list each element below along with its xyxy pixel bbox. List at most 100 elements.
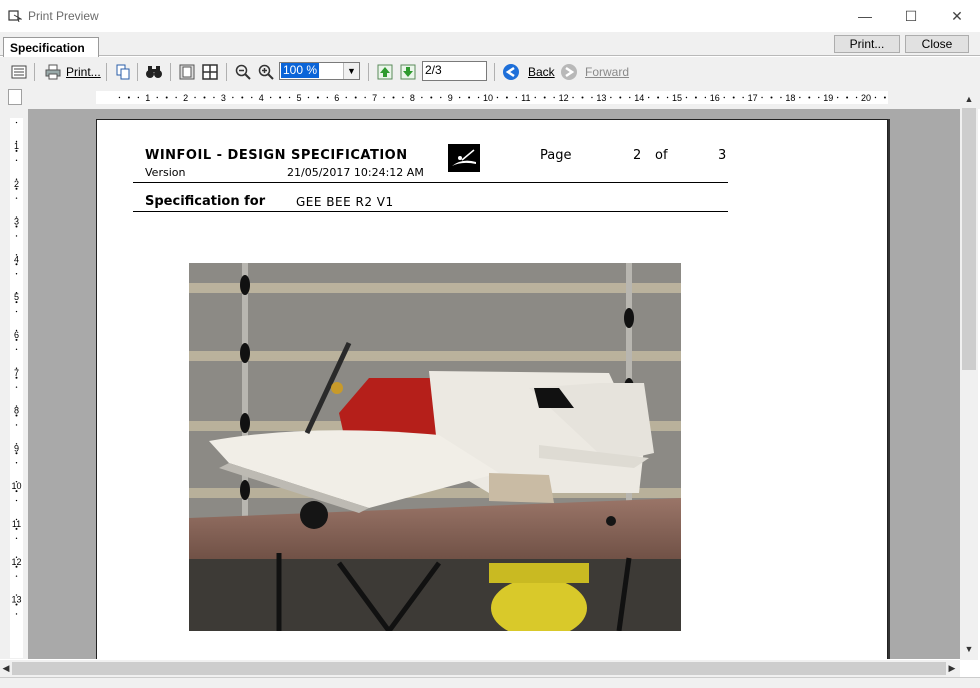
next-page-button[interactable] — [399, 62, 417, 82]
arrow-down-icon — [400, 64, 416, 80]
preview-page: WINFOIL - DESIGN SPECIFICATION Version 2… — [96, 119, 888, 659]
previous-page-button[interactable] — [376, 62, 394, 82]
ruler-tick — [742, 96, 744, 99]
ruler-tick — [213, 96, 215, 99]
ruler-tick — [15, 537, 18, 540]
ruler-tick — [732, 96, 735, 99]
toolbar-print-label: Print... — [66, 65, 101, 79]
scroll-down-icon[interactable]: ▼ — [960, 642, 978, 656]
version-date: 21/05/2017 10:24:12 AM — [287, 166, 424, 179]
chevron-down-icon[interactable]: ▼ — [343, 63, 359, 79]
zoom-in-icon — [258, 64, 274, 80]
ruler-tick — [203, 96, 206, 99]
ruler-tick — [194, 96, 196, 99]
find-button[interactable] — [145, 62, 163, 82]
back-button[interactable]: Back — [502, 62, 555, 82]
ruler-tick — [723, 96, 725, 99]
spec-divider — [133, 211, 728, 212]
vertical-scroll-thumb[interactable] — [962, 108, 976, 370]
page-number-field[interactable]: 2/3 — [422, 61, 487, 81]
ruler-tick — [127, 96, 130, 99]
ruler-label: 4 — [259, 93, 264, 103]
minimize-button[interactable]: — — [842, 0, 888, 32]
horizontal-scroll-thumb[interactable] — [12, 662, 946, 675]
ruler-label: 13 — [11, 595, 21, 605]
ruler-tick — [118, 96, 121, 99]
back-arrow-icon — [503, 64, 519, 80]
ruler-label: 19 — [823, 93, 833, 103]
zoom-value[interactable]: 100 % — [281, 63, 320, 78]
outline-toggle-button[interactable] — [10, 62, 28, 82]
tab-row — [0, 32, 980, 56]
ruler-tick — [316, 96, 319, 99]
ruler-label: 13 — [596, 93, 606, 103]
ruler-tick — [629, 96, 631, 99]
ruler-label: 3 — [14, 217, 19, 227]
toolbar-separator — [494, 63, 495, 81]
scroll-left-icon[interactable]: ◀ — [0, 661, 12, 676]
ruler-tick — [307, 96, 310, 99]
ruler-tick — [799, 96, 801, 99]
maximize-button[interactable]: ☐ — [888, 0, 934, 32]
tab-specification[interactable]: Specification — [3, 37, 99, 57]
close-button[interactable]: Close — [905, 35, 969, 53]
status-bar — [0, 677, 980, 688]
zoom-in-button[interactable] — [257, 62, 275, 82]
ruler-tick — [534, 96, 536, 99]
header-divider — [133, 182, 728, 183]
ruler-label: 3 — [221, 93, 226, 103]
ruler-tick — [241, 96, 244, 99]
spec-for-label: Specification for — [145, 194, 266, 209]
ruler-tick — [421, 96, 423, 99]
ruler-tick — [581, 96, 584, 99]
single-page-icon — [179, 64, 195, 80]
forward-button[interactable]: Forward — [560, 62, 629, 82]
ruler-label: 7 — [14, 368, 19, 378]
ruler-label: 5 — [14, 292, 19, 302]
ruler-tick — [354, 96, 357, 99]
ruler-label: 9 — [448, 93, 453, 103]
ruler-tick — [553, 96, 555, 99]
horizontal-ruler: 1 2 3 4 5 6 7 8 9 10 11 12 13 14 15 16 17 18 19 20 — [96, 91, 888, 104]
spec-name: GEE BEE R2 V1 — [296, 195, 394, 209]
ruler-tick — [15, 499, 18, 502]
ruler-corner[interactable] — [8, 89, 22, 105]
ruler-label: 2 — [183, 93, 188, 103]
ruler-tick — [15, 159, 18, 162]
ruler-tick — [883, 96, 886, 99]
ruler-label: 4 — [14, 254, 19, 264]
multi-page-button[interactable] — [201, 62, 219, 82]
toolbar-print-button[interactable]: Print... — [44, 62, 101, 82]
page-total: 3 — [718, 148, 727, 163]
ruler-label: 8 — [410, 93, 415, 103]
ruler-tick — [269, 96, 272, 99]
page-label: Page — [540, 148, 572, 163]
print-preview-app-icon — [8, 10, 22, 22]
ruler-tick — [685, 96, 688, 99]
copy-icon — [116, 64, 130, 80]
ruler-label: 10 — [11, 481, 21, 491]
scroll-up-icon[interactable]: ▲ — [960, 92, 978, 106]
ruler-tick — [515, 96, 518, 99]
ruler-tick — [572, 96, 574, 99]
ruler-label: 2 — [14, 179, 19, 189]
ruler-tick — [430, 96, 433, 99]
vertical-ruler: 12345678910111213 — [10, 118, 23, 658]
scroll-right-icon[interactable]: ▶ — [946, 661, 958, 676]
ruler-tick — [770, 96, 773, 99]
copy-button[interactable] — [114, 62, 132, 82]
window-close-button[interactable]: ✕ — [934, 0, 980, 32]
ruler-label: 12 — [559, 93, 569, 103]
ruler-label: 11 — [521, 93, 530, 103]
zoom-out-button[interactable] — [234, 62, 252, 82]
ruler-tick — [15, 121, 18, 124]
of-label: of — [655, 148, 668, 163]
ruler-tick — [591, 96, 593, 99]
ruler-tick — [543, 96, 546, 99]
ruler-tick — [458, 96, 461, 99]
ruler-label: 18 — [785, 93, 795, 103]
ruler-tick — [137, 96, 140, 99]
ruler-label: 14 — [634, 93, 644, 103]
single-page-button[interactable] — [178, 62, 196, 82]
print-button[interactable]: Print... — [834, 35, 900, 53]
